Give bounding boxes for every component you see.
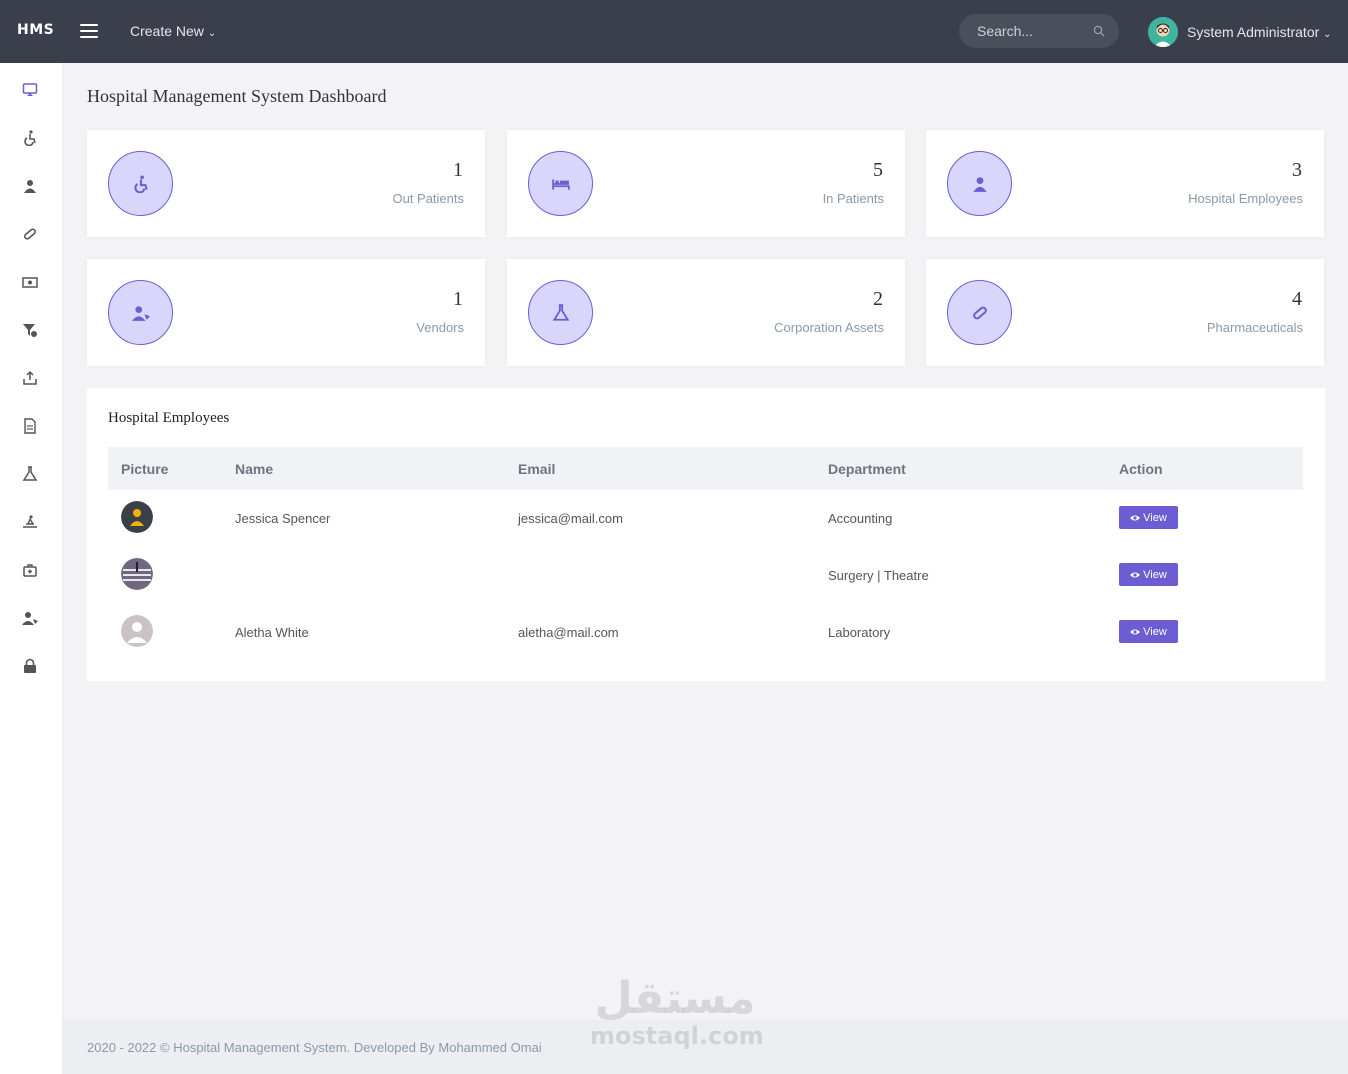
flask-icon bbox=[528, 280, 593, 345]
bed-icon bbox=[528, 151, 593, 216]
employee-department: Accounting bbox=[828, 511, 893, 526]
stat-label: Corporation Assets bbox=[774, 320, 884, 335]
wheelchair-icon[interactable] bbox=[20, 128, 40, 148]
view-label: View bbox=[1143, 511, 1167, 524]
stat-value: 5 bbox=[873, 159, 883, 181]
chevron-down-icon: ⌄ bbox=[1323, 29, 1332, 40]
stat-label: Hospital Employees bbox=[1188, 191, 1303, 206]
money-icon[interactable] bbox=[20, 272, 40, 292]
file-icon[interactable] bbox=[20, 416, 40, 436]
table-row: Surgery | Theatre View bbox=[108, 547, 1303, 604]
sidebar bbox=[0, 63, 63, 1074]
search-input[interactable] bbox=[959, 14, 1089, 48]
menu-toggle-icon[interactable] bbox=[80, 24, 98, 38]
view-label: View bbox=[1143, 625, 1167, 638]
column-header-name: Name bbox=[235, 461, 274, 477]
lock-icon[interactable] bbox=[20, 656, 40, 676]
stat-label: Vendors bbox=[416, 320, 464, 335]
page-title: Hospital Management System Dashboard bbox=[87, 86, 387, 106]
stat-value: 2 bbox=[873, 288, 883, 310]
column-header-department: Department bbox=[828, 461, 906, 477]
stat-card-vendors[interactable]: 1 Vendors bbox=[87, 259, 485, 366]
column-header-email: Email bbox=[518, 461, 556, 477]
search-box bbox=[959, 14, 1119, 48]
stat-value: 1 bbox=[453, 159, 463, 181]
upload-icon[interactable] bbox=[20, 368, 40, 388]
employee-department: Surgery | Theatre bbox=[828, 568, 929, 583]
employee-avatar bbox=[121, 558, 153, 590]
column-header-picture: Picture bbox=[121, 461, 169, 477]
pill-icon bbox=[947, 280, 1012, 345]
funnel-dollar-icon[interactable] bbox=[20, 320, 40, 340]
employee-avatar bbox=[121, 615, 153, 647]
create-new-label: Create New bbox=[130, 23, 204, 39]
view-button[interactable]: View bbox=[1119, 506, 1178, 529]
stat-value: 1 bbox=[453, 288, 463, 310]
stat-label: In Patients bbox=[822, 191, 884, 206]
stat-value: 4 bbox=[1292, 288, 1302, 310]
user-md-icon bbox=[947, 151, 1012, 216]
hospital-employees-panel: Hospital Employees Picture Name Email De… bbox=[87, 388, 1325, 681]
employee-email: aletha@mail.com bbox=[518, 625, 619, 640]
employee-name: Jessica Spencer bbox=[235, 511, 331, 526]
table-row: Jessica Spencer jessica@mail.com Account… bbox=[108, 490, 1303, 547]
brand-logo[interactable]: HMS bbox=[17, 22, 54, 38]
user-tag-icon bbox=[108, 280, 173, 345]
user-name: System Administrator ⌄ bbox=[1187, 24, 1332, 40]
stat-label: Out Patients bbox=[392, 191, 464, 206]
stat-value: 3 bbox=[1292, 159, 1302, 181]
dashboard-icon[interactable] bbox=[20, 80, 40, 100]
stat-card-in-patients[interactable]: 5 In Patients bbox=[507, 130, 905, 237]
stat-card-pharmaceuticals[interactable]: 4 Pharmaceuticals bbox=[926, 259, 1324, 366]
view-label: View bbox=[1143, 568, 1167, 581]
panel-title: Hospital Employees bbox=[108, 410, 230, 426]
pill-icon[interactable] bbox=[20, 224, 40, 244]
stat-card-hospital-employees[interactable]: 3 Hospital Employees bbox=[926, 130, 1324, 237]
watermark-logo: مستقل mostaql.com bbox=[590, 973, 764, 1050]
flask-icon[interactable] bbox=[20, 464, 40, 484]
employee-department: Laboratory bbox=[828, 625, 891, 640]
employees-table: Picture Name Email Department Action Jes… bbox=[108, 447, 1303, 661]
watermark-latin: mostaql.com bbox=[590, 1022, 764, 1050]
watermark-arabic: مستقل bbox=[594, 973, 756, 1024]
eye-icon bbox=[1130, 515, 1141, 520]
view-button[interactable]: View bbox=[1119, 620, 1178, 643]
stat-card-corporation-assets[interactable]: 2 Corporation Assets bbox=[507, 259, 905, 366]
employee-avatar bbox=[121, 501, 153, 533]
user-md-icon[interactable] bbox=[20, 176, 40, 196]
user-name-label: System Administrator bbox=[1187, 24, 1320, 40]
stat-card-out-patients[interactable]: 1 Out Patients bbox=[87, 130, 485, 237]
table-row: Aletha White aletha@mail.com Laboratory … bbox=[108, 604, 1303, 661]
eye-icon bbox=[1130, 572, 1141, 577]
user-tag-icon[interactable] bbox=[20, 608, 40, 628]
footer-text: 2020 - 2022 © Hospital Management System… bbox=[87, 1040, 542, 1055]
eye-icon bbox=[1130, 629, 1141, 634]
stat-label: Pharmaceuticals bbox=[1206, 320, 1303, 335]
chevron-down-icon: ⌄ bbox=[207, 28, 217, 39]
procedure-icon[interactable] bbox=[20, 512, 40, 532]
table-header: Picture Name Email Department Action bbox=[108, 447, 1303, 490]
view-button[interactable]: View bbox=[1119, 563, 1178, 586]
wheelchair-icon bbox=[108, 151, 173, 216]
top-navbar: HMS Create New⌄ System Administrator ⌄ bbox=[0, 0, 1348, 63]
create-new-dropdown[interactable]: Create New ⌄ bbox=[130, 23, 216, 39]
avatar bbox=[1148, 17, 1178, 47]
column-header-action: Action bbox=[1119, 461, 1163, 477]
employee-name: Aletha White bbox=[235, 625, 309, 640]
search-icon[interactable] bbox=[1093, 25, 1105, 37]
employee-email: jessica@mail.com bbox=[518, 511, 623, 526]
medkit-icon[interactable] bbox=[20, 560, 40, 580]
